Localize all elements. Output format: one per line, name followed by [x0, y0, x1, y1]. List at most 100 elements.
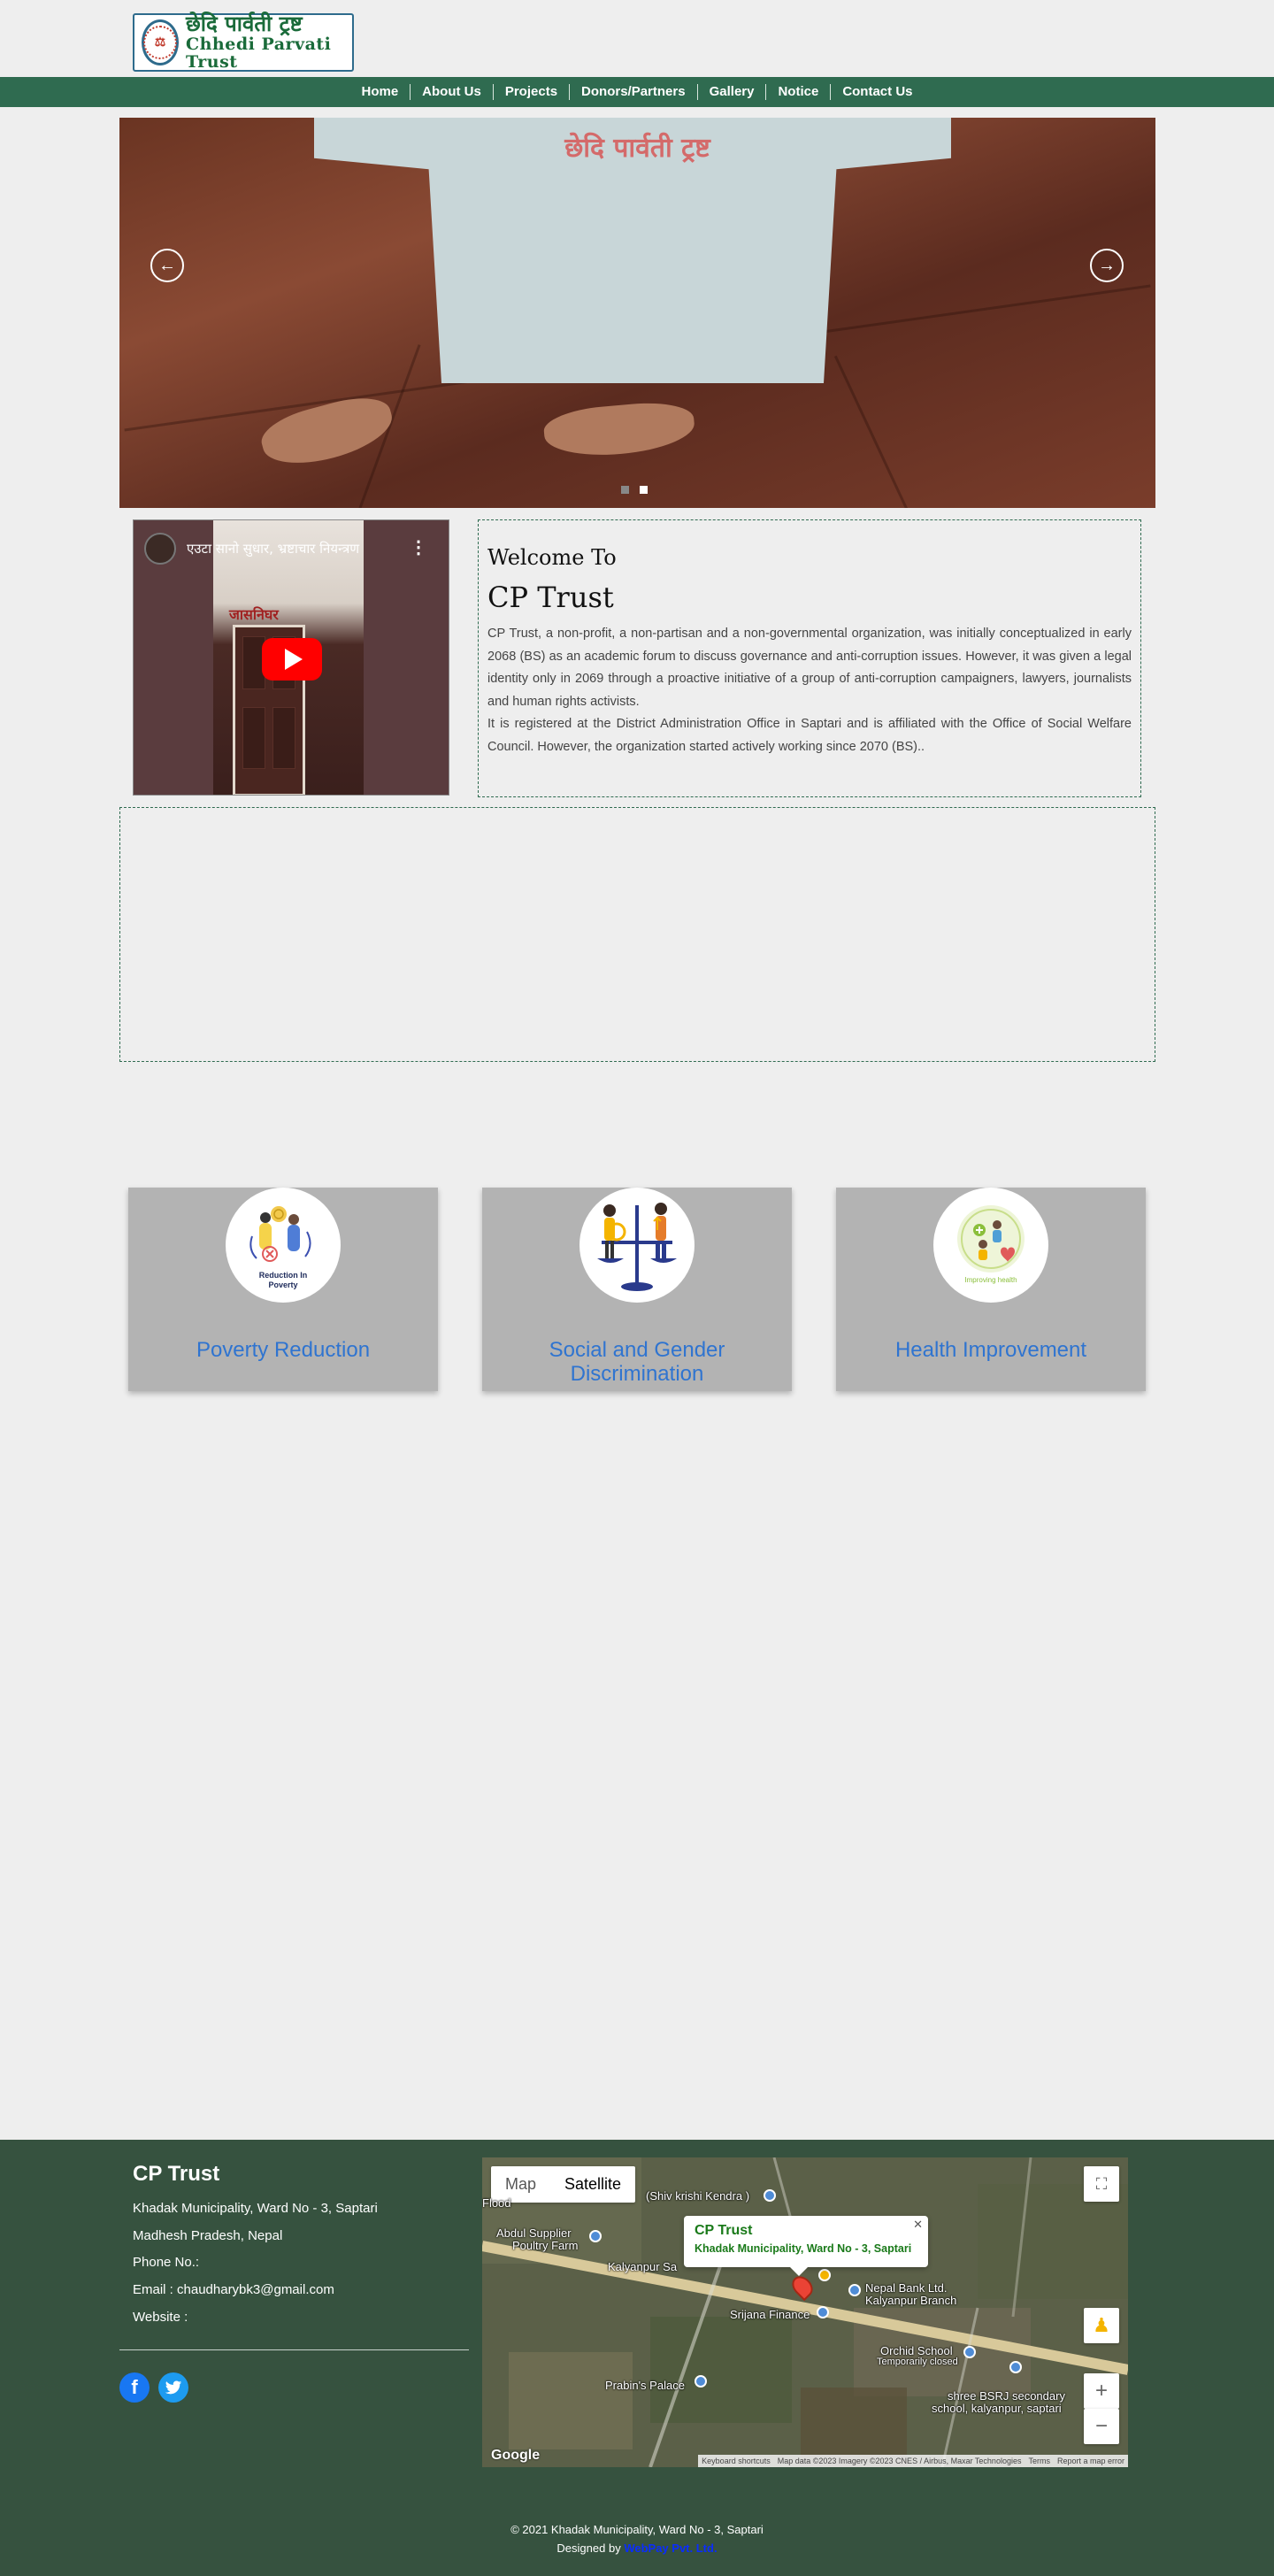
slider-dot-1[interactable] [621, 486, 629, 494]
map-label-abdul-2[interactable]: Poultry Farm [512, 2239, 578, 2252]
footer-divider [119, 2349, 469, 2350]
logo-devanagari: छेदि पार्वती ट्रष्ट [185, 12, 303, 37]
footer-title: CP Trust [133, 2162, 220, 2186]
map-tab-satellite[interactable]: Satellite [550, 2166, 635, 2203]
card-social-gender-discrimination[interactable]: Social and Gender Discrimination [482, 1188, 792, 1391]
slide-foot-right [541, 398, 697, 461]
logo-text: छेदि पार्वती ट्रष्ट Chhedi Parvati Trust [186, 13, 345, 71]
logo-emblem-icon: ⚖ [142, 19, 179, 65]
footer-phone: Phone No.: [133, 2255, 200, 2270]
map-label-kalyanpur[interactable]: Kalyanpur Sa [608, 2260, 677, 2273]
health-icon-caption: Improving health [964, 1276, 1017, 1284]
copyright-block: © 2021 Khadak Municipality, Ward No - 3,… [0, 2520, 1274, 2557]
map-pin-icon[interactable] [589, 2230, 602, 2242]
nav-home[interactable]: Home [349, 84, 411, 100]
fullscreen-icon[interactable]: ⛶ [1084, 2166, 1119, 2202]
poverty-reduction-icon: Reduction In Poverty [226, 1188, 341, 1303]
map-report-error-link[interactable]: Report a map error [1057, 2457, 1124, 2465]
map-label-orchid-status: Temporarily closed [877, 2357, 958, 2367]
main-nav: Home About Us Projects Donors/Partners G… [0, 77, 1274, 107]
slider-next-button[interactable]: → [1090, 249, 1124, 282]
welcome-heading: CP Trust [487, 581, 614, 614]
map-info-window: CP Trust Khadak Municipality, Ward No - … [684, 2216, 928, 2276]
map-type-tabs: Map Satellite [491, 2166, 636, 2203]
site-logo[interactable]: ⚖ छेदि पार्वती ट्रष्ट Chhedi Parvati Tru… [133, 13, 354, 72]
zoom-out-button[interactable]: − [1084, 2409, 1119, 2444]
map-pin-icon[interactable] [818, 2269, 831, 2281]
floor-tile-line [833, 355, 912, 508]
arrow-left-icon: ← [158, 255, 176, 275]
zoom-in-button[interactable]: + [1084, 2373, 1119, 2409]
map-keyboard-shortcuts[interactable]: Keyboard shortcuts [702, 2457, 771, 2465]
footer-address-2: Madhesh Pradesh, Nepal [133, 2228, 283, 2243]
nav-gallery[interactable]: Gallery [698, 84, 767, 100]
zoom-out-icon: − [1094, 2414, 1108, 2438]
nav-notice[interactable]: Notice [766, 84, 832, 100]
poverty-icon-caption: Reduction In Poverty [258, 1271, 308, 1289]
health-improvement-icon: Improving health [933, 1188, 1048, 1303]
video-title[interactable]: एउटा सानो सुधार, भ्रष्टाचार नियन्त्रण [187, 540, 359, 557]
more-options-icon[interactable]: ⋮ [410, 536, 427, 558]
map-pin-icon[interactable] [695, 2375, 707, 2388]
designer-link[interactable]: WebPay Pvt. Ltd. [624, 2541, 717, 2555]
slide-shirt-heading: छेदि पार्वती ट्रष्ट [564, 133, 710, 164]
google-map[interactable]: Map Satellite ⛶ ♟ + − (Shiv krishi Kendr… [482, 2157, 1128, 2467]
welcome-paragraph-2: It is registered at the District Adminis… [487, 717, 1132, 754]
card-title-social-gender-discrimination[interactable]: Social and Gender Discrimination [482, 1338, 792, 1386]
facebook-icon[interactable]: f [119, 2372, 150, 2403]
welcome-subheading: Welcome To [487, 545, 617, 570]
footer-address-1: Khadak Municipality, Ward No - 3, Saptar… [133, 2201, 378, 2216]
map-label-nepal-bank-2[interactable]: Kalyanpur Branch [865, 2294, 956, 2307]
map-pin-icon[interactable] [817, 2306, 829, 2318]
map-pin-icon[interactable] [1009, 2361, 1022, 2373]
map-label-orchid[interactable]: Orchid School [880, 2344, 953, 2357]
map-label-nepal-bank-1[interactable]: Nepal Bank Ltd. [865, 2281, 948, 2295]
designed-by-label: Designed by [556, 2541, 621, 2555]
pegman-icon[interactable]: ♟ [1084, 2308, 1119, 2343]
card-title-health-improvement[interactable]: Health Improvement [836, 1338, 1146, 1362]
map-label-bsrj-1[interactable]: shree BSRJ secondary [948, 2389, 1065, 2403]
welcome-section: Welcome To CP Trust CP Trust, a non-prof… [478, 519, 1141, 797]
card-title-poverty-reduction[interactable]: Poverty Reduction [128, 1338, 438, 1362]
twitter-icon[interactable] [158, 2372, 188, 2403]
map-label-krishi[interactable]: (Shiv krishi Kendra ) [646, 2189, 749, 2203]
zoom-in-icon: + [1094, 2379, 1108, 2403]
map-pin-icon[interactable] [848, 2284, 861, 2296]
map-data-credit: Map data ©2023 Imagery ©2023 CNES / Airb… [777, 2457, 1022, 2465]
nav-contact-us[interactable]: Contact Us [831, 84, 924, 100]
map-info-address: Khadak Municipality, Ward No - 3, Saptar… [695, 2242, 912, 2255]
slider-prev-button[interactable]: ← [150, 249, 184, 282]
map-terms-link[interactable]: Terms [1028, 2457, 1050, 2465]
nav-donors-partners[interactable]: Donors/Partners [570, 84, 698, 100]
map-label-bsrj-2[interactable]: school, kalyanpur, saptari [932, 2402, 1062, 2415]
map-label-prabin[interactable]: Prabin's Palace [605, 2379, 685, 2392]
empty-content-box [119, 807, 1155, 1062]
copyright-text: © 2021 Khadak Municipality, Ward No - 3,… [510, 2523, 764, 2536]
nav-projects[interactable]: Projects [494, 84, 571, 100]
card-poverty-reduction[interactable]: Reduction In Poverty Poverty Reduction [128, 1188, 438, 1391]
slider-dots [621, 486, 648, 494]
footer-email[interactable]: Email : chaudharybk3@gmail.com [133, 2282, 334, 2297]
designed-by-line: Designed by WebPay Pvt. Ltd. [0, 2539, 1274, 2557]
footer-website: Website : [133, 2310, 188, 2325]
hero-slider: छेदि पार्वती ट्रष्ट ← → [119, 118, 1155, 508]
map-label-abdul-1[interactable]: Abdul Supplier [496, 2226, 572, 2240]
play-button-icon[interactable] [262, 638, 322, 681]
youtube-embed[interactable]: जासनिघर एउटा सानो सुधार, भ्रष्टाचार नियन… [133, 519, 449, 796]
logo-english: Chhedi Parvati Trust [185, 34, 332, 72]
arrow-right-icon: → [1098, 255, 1116, 275]
card-health-improvement[interactable]: Improving health Health Improvement [836, 1188, 1146, 1391]
channel-avatar[interactable] [144, 533, 176, 565]
gender-equality-scale-icon [579, 1188, 695, 1303]
google-logo: Google [491, 2448, 541, 2463]
nav-about-us[interactable]: About Us [411, 84, 494, 100]
slider-dot-2[interactable] [640, 486, 648, 494]
map-pin-icon[interactable] [963, 2346, 976, 2358]
map-label-srijana[interactable]: Srijana Finance [730, 2308, 810, 2321]
map-attribution: Keyboard shortcuts Map data ©2023 Imager… [698, 2455, 1128, 2467]
close-icon[interactable]: ✕ [913, 2218, 923, 2232]
video-wall-text: जासनिघर [229, 606, 279, 623]
map-pin-icon[interactable] [764, 2189, 776, 2202]
map-label-flood: Flood [482, 2196, 511, 2210]
map-info-title: CP Trust [695, 2223, 753, 2238]
